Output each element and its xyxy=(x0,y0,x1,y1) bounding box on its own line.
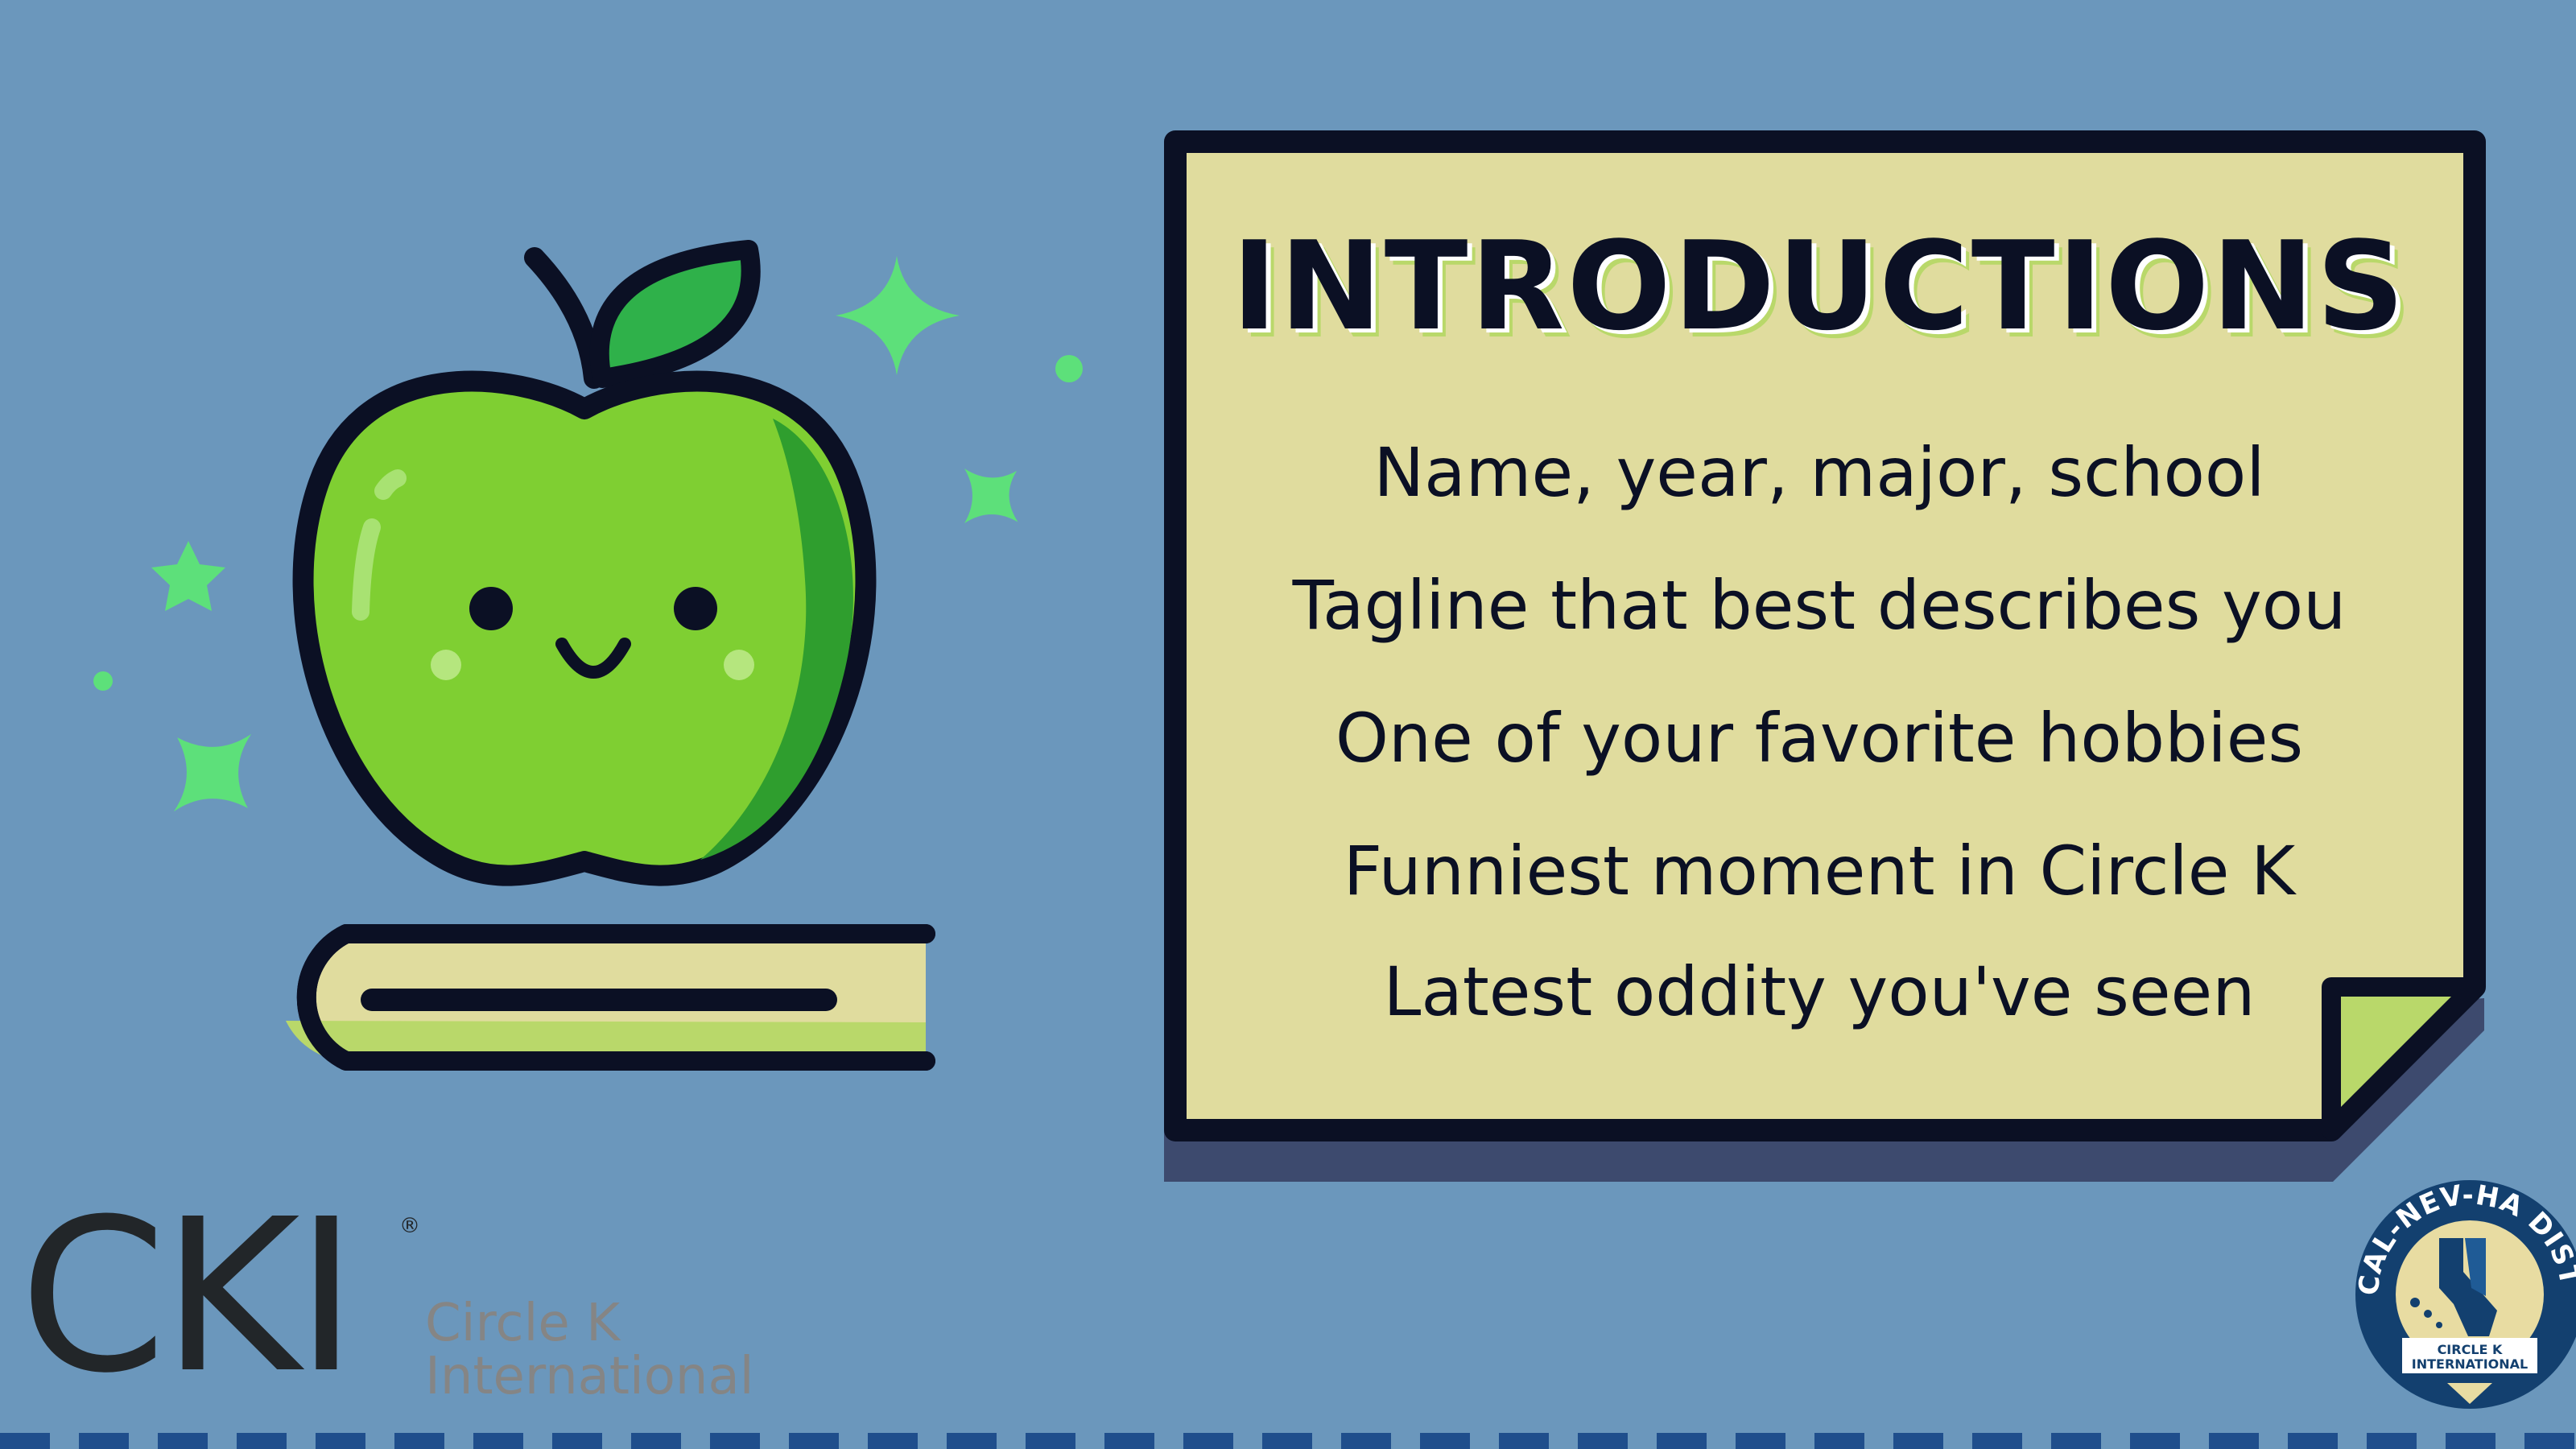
badge-line1: CIRCLE K xyxy=(2438,1342,2503,1357)
apple-icon xyxy=(292,240,877,886)
badge-line2: INTERNATIONAL xyxy=(2412,1356,2528,1372)
apple-right-eye xyxy=(674,587,717,630)
dot-icon xyxy=(1055,355,1083,382)
slide-title: INTRODUCTIONS xyxy=(1232,215,2407,357)
dot-icon xyxy=(93,671,113,691)
intro-item-oddity: Latest oddity you've seen xyxy=(1383,952,2256,1031)
cki-logo-line1: Circle K xyxy=(425,1294,621,1353)
apple-left-cheek xyxy=(431,650,461,680)
star-icon xyxy=(151,541,225,611)
sparkle-icon xyxy=(964,469,1018,523)
intro-item-funniest: Funniest moment in Circle K xyxy=(1343,832,2296,910)
registered-mark: ® xyxy=(399,1214,420,1238)
sparkle-icon xyxy=(173,733,252,812)
cki-logo-letters: CKI xyxy=(19,1174,357,1419)
sparkle-icon xyxy=(836,256,960,375)
apple-left-eye xyxy=(469,587,513,630)
intro-item-name: Name, year, major, school xyxy=(1373,433,2265,512)
apple-right-cheek xyxy=(724,650,754,680)
leaf-icon xyxy=(589,240,761,388)
book-icon xyxy=(286,924,935,1071)
intro-item-tagline: Tagline that best describes you xyxy=(1292,566,2347,645)
cki-logo-line2: International xyxy=(425,1347,754,1406)
intro-item-hobbies: One of your favorite hobbies xyxy=(1335,699,2304,778)
